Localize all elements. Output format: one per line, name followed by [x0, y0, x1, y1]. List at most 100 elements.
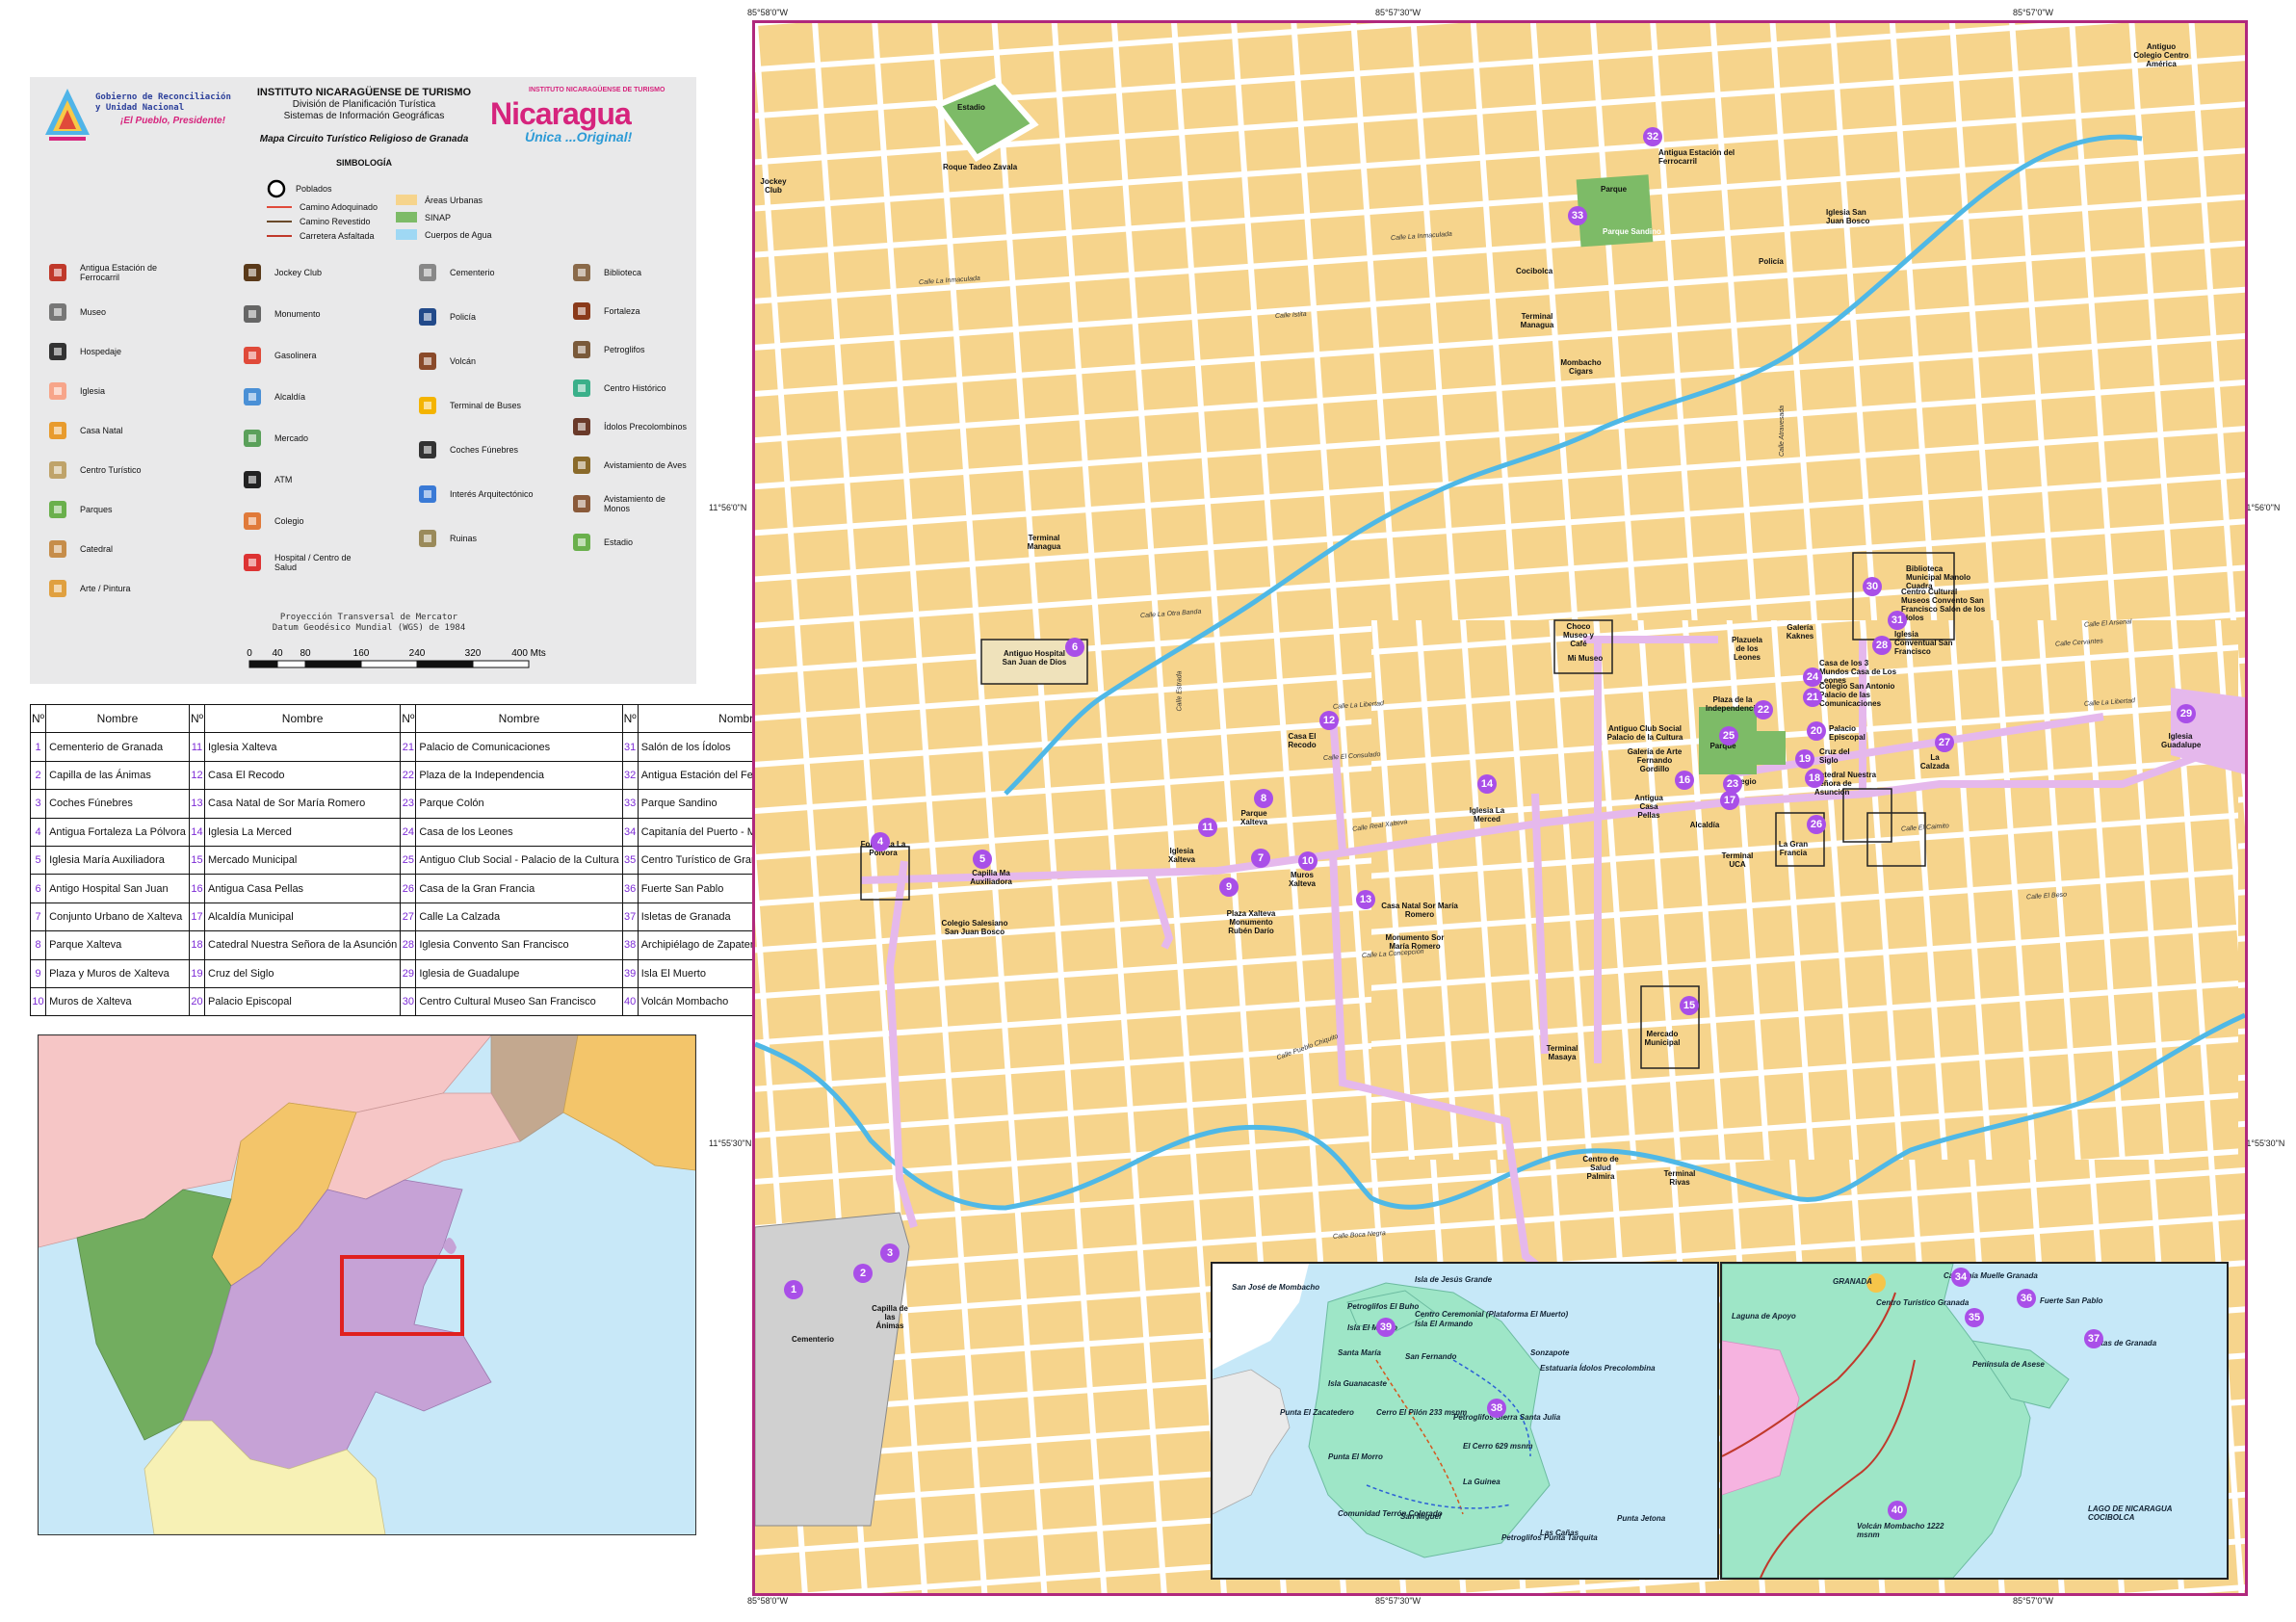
legend-item-label: Fortaleza	[604, 306, 640, 316]
symbology-water: Cuerpos de Agua	[396, 229, 492, 240]
table-cell-name: Casa de los Leones	[415, 817, 623, 847]
coord-left-1: 11°55'30"N	[709, 1138, 752, 1148]
map-marker-11[interactable]: 11	[1198, 818, 1217, 837]
table-cell-number: 17	[188, 902, 206, 932]
map-marker-25[interactable]: 25	[1719, 726, 1738, 746]
scale-segment	[248, 660, 278, 668]
table-cell-number: 23	[400, 789, 417, 819]
map-marker-31[interactable]: 31	[1888, 611, 1907, 630]
map-marker-23[interactable]: 23	[1723, 774, 1742, 794]
map-marker-27[interactable]: 27	[1935, 733, 1954, 752]
map-marker-1[interactable]: 1	[784, 1280, 803, 1299]
symbology-adoquinado: Camino Adoquinado	[267, 202, 378, 212]
map-marker-13[interactable]: 13	[1356, 890, 1375, 909]
map-marker-6[interactable]: 6	[1065, 638, 1084, 657]
map-marker-33[interactable]: 33	[1568, 206, 1587, 225]
label-monumento: Monumento Sor María Romero	[1385, 933, 1445, 951]
inset1-label: La Guinea	[1463, 1478, 1500, 1486]
table-cell-name: Alcaldía Municipal	[203, 902, 402, 932]
map-marker-30[interactable]: 30	[1863, 577, 1882, 596]
legend-item-label: Centro Histórico	[604, 383, 666, 393]
inset1-label: San José de Mombacho	[1232, 1283, 1320, 1292]
map-marker-18[interactable]: 18	[1805, 769, 1824, 788]
legend-item-police: Policía	[415, 304, 536, 329]
map-marker-8[interactable]: 8	[1254, 789, 1273, 808]
map-marker-17[interactable]: 17	[1720, 791, 1739, 810]
label-biblioteca: Biblioteca Municipal Manolo Cuadra	[1906, 564, 1971, 590]
legend-item-church: Iglesia	[45, 379, 167, 404]
inset2-marker-36[interactable]: 36	[2017, 1289, 2036, 1308]
map-marker-12[interactable]: 12	[1319, 711, 1339, 730]
beach-icon	[45, 458, 70, 483]
inset2-label: Fuerte San Pablo	[2040, 1296, 2103, 1305]
bus-icon	[415, 393, 440, 418]
legend-item-label: Monumento	[274, 309, 321, 319]
label-terminal-managua: Terminal Managua	[1520, 312, 1554, 329]
legend-item-school: Colegio	[240, 509, 361, 534]
map-marker-20[interactable]: 20	[1807, 721, 1826, 741]
symbology-label: Poblados	[296, 184, 332, 194]
market-cart-icon	[240, 426, 265, 451]
carriage-icon	[415, 437, 440, 462]
scale-tick-label: 320	[465, 648, 482, 659]
inset2-marker-35[interactable]: 35	[1965, 1308, 1984, 1327]
label-jockey: Jockey Club	[760, 177, 787, 195]
legend-item-train-station: Antigua Estación de Ferrocarril	[45, 260, 167, 285]
legend-item-fuel: Gasolinera	[240, 343, 361, 368]
projection-line2: Datum Geodésico Mundial (WGS) de 1984	[272, 623, 466, 633]
inset2-label: GRANADA	[1833, 1277, 1872, 1286]
table-cell-name: Antigua Fortaleza La Pólvora	[45, 817, 190, 847]
petroglyph-icon	[569, 337, 594, 362]
coord-right-1: 11°55'30"N	[2242, 1138, 2285, 1148]
inset-zapatera[interactable]: Isla de Jesús Grande San José de Mombacho…	[1211, 1262, 1719, 1580]
table-row: 6 Antigo Hospital San Juan 16 Antigua Casa …	[29, 874, 842, 903]
label-alcaldia: Alcaldía	[1689, 821, 1720, 829]
label-casa-natal: Casa Natal Sor María Romero	[1381, 902, 1458, 919]
map-marker-14[interactable]: 14	[1477, 774, 1497, 794]
legend-item-petroglyph: Petroglifos	[569, 337, 691, 362]
label-casa-recodo: Casa El Recodo	[1288, 732, 1317, 749]
legend-item-label: Petroglifos	[604, 345, 645, 354]
map-marker-19[interactable]: 19	[1795, 749, 1814, 769]
inset1-marker-38[interactable]: 38	[1487, 1399, 1506, 1418]
label-mercado: Mercado Municipal	[1644, 1030, 1681, 1047]
map-marker-32[interactable]: 32	[1643, 127, 1662, 146]
legend-item-label: Terminal de Buses	[450, 401, 522, 410]
map-marker-10[interactable]: 10	[1298, 851, 1318, 871]
map-marker-7[interactable]: 7	[1251, 849, 1270, 868]
table-cell-name: Casa El Recodo	[203, 760, 402, 791]
table-cell-number: 26	[400, 874, 417, 903]
map-marker-29[interactable]: 29	[2177, 704, 2196, 723]
legend-item-bed: Hospedaje	[45, 339, 167, 364]
map-marker-2[interactable]: 2	[853, 1264, 873, 1283]
map-marker-5[interactable]: 5	[973, 850, 992, 869]
map-marker-26[interactable]: 26	[1807, 815, 1826, 834]
inset-isletas[interactable]: GRANADA Centro Turístico Granada Capitanía…	[1720, 1262, 2229, 1580]
map-marker-4[interactable]: 4	[871, 832, 890, 851]
map-marker-28[interactable]: 28	[1872, 636, 1892, 655]
legend-item-library: Biblioteca	[569, 260, 691, 285]
inset1-marker-39[interactable]: 39	[1376, 1318, 1396, 1337]
inset1-label: Estatuaria Ídolos Precolombina	[1540, 1364, 1656, 1373]
main-map[interactable]: Estadio Roque Tadeo Zavala Jockey Club A…	[752, 20, 2248, 1596]
inset2-marker-37[interactable]: 37	[2084, 1329, 2103, 1348]
map-marker-24[interactable]: 24	[1803, 667, 1822, 687]
inset1-label: Punta Jetona	[1617, 1514, 1666, 1523]
map-marker-15[interactable]: 15	[1680, 996, 1699, 1015]
map-marker-22[interactable]: 22	[1754, 700, 1773, 719]
table-cell-name: Capilla de las Ánimas	[45, 760, 190, 791]
table-cell-number: 28	[400, 930, 417, 960]
legend-item-city-hall: Alcaldía	[240, 384, 361, 409]
scale-tick-label: 160	[353, 648, 370, 659]
legend-item-idol: Ídolos Precolombinos	[569, 414, 691, 439]
map-title: Mapa Circuito Turístico Religioso de Gra…	[259, 134, 469, 144]
legend-item-carriage: Coches Fúnebres	[415, 437, 536, 462]
map-marker-3[interactable]: 3	[880, 1243, 900, 1263]
map-marker-9[interactable]: 9	[1219, 877, 1239, 897]
map-marker-21[interactable]: 21	[1803, 688, 1822, 707]
table-cell-number: 24	[400, 817, 417, 847]
inset2-marker-40[interactable]: 40	[1888, 1501, 1907, 1520]
inset2-marker-34[interactable]: 34	[1951, 1268, 1970, 1287]
map-marker-16[interactable]: 16	[1675, 771, 1694, 790]
symbology-label: SINAP	[425, 212, 452, 222]
